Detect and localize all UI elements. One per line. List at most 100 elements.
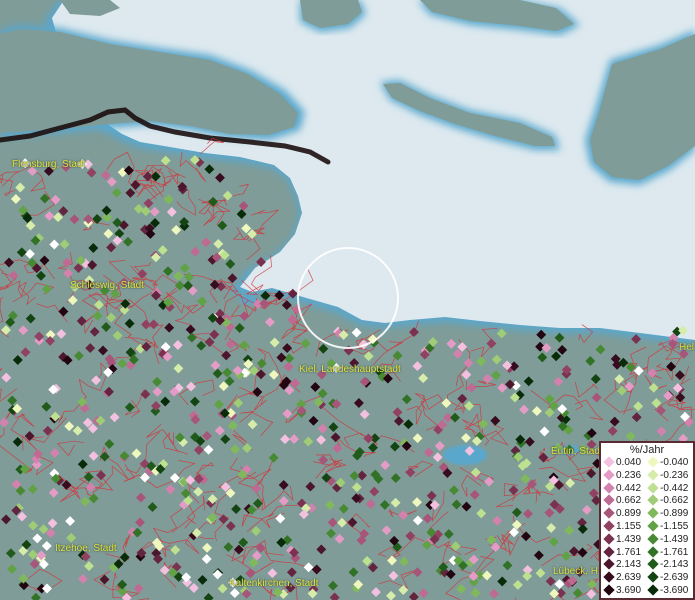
measurement-point [117,579,128,590]
measurement-point [119,450,130,461]
measurement-point [170,544,181,555]
measurement-point [538,452,549,463]
measurement-point [549,588,560,599]
measurement-point [351,327,362,338]
legend-swatch [603,507,615,519]
legend-entry: -0.662 [647,494,688,507]
measurement-point [225,259,236,269]
measurement-point [210,360,221,371]
measurement-point [152,376,163,387]
measurement-point [281,300,292,311]
measurement-point [12,355,23,365]
measurement-point [674,370,685,381]
measurement-point [242,443,253,454]
measurement-point [218,514,229,525]
measurement-point [238,200,249,211]
measurement-point [434,441,445,451]
measurement-point [577,547,588,558]
legend-entry: 2.143 [603,558,641,571]
measurement-point [351,482,362,493]
measurement-point [234,323,245,333]
measurement-point [217,583,228,594]
measurement-point [358,339,369,350]
measurement-point [106,312,117,323]
measurement-point [152,386,163,397]
measurement-point [88,493,99,504]
measurement-point [300,338,311,349]
measurement-point [450,412,460,423]
measurement-point [353,398,364,408]
measurement-point [308,415,319,426]
measurement-point [449,485,459,496]
measurement-point [214,399,224,410]
measurement-point [590,374,601,384]
legend-swatch [647,456,659,468]
measurement-point [359,409,370,420]
measurement-point [412,361,423,372]
measurement-point [260,290,271,301]
measurement-point [491,354,502,365]
measurement-point [418,588,429,599]
measurement-point [282,408,293,419]
measurement-point [80,496,91,507]
measurement-point [169,472,180,483]
measurement-point [92,214,103,224]
legend-entry: -1.761 [647,545,688,559]
measurement-point [531,406,542,417]
measurement-point [536,329,547,340]
measurement-point [387,555,397,566]
legend-entry: -0.442 [647,481,688,495]
measurement-point [101,205,112,216]
measurement-point [78,573,88,584]
measurement-point [595,344,606,355]
measurement-point [478,419,489,429]
measurement-point [268,369,279,380]
measurement-point [245,568,256,579]
legend-entry: -2.639 [647,571,688,584]
measurement-point [179,263,190,274]
measurement-point [365,499,376,509]
measurement-point [343,345,354,356]
measurement-point [96,470,106,481]
measurement-point [84,561,94,572]
measurement-point [56,328,67,339]
legend-swatch [647,494,659,507]
measurement-point [464,445,475,456]
measurement-point [83,472,94,482]
measurement-point [160,155,171,166]
measurement-point [310,382,321,392]
measurement-point [45,335,56,346]
measurement-point [520,473,531,484]
measurement-point [5,548,16,559]
measurement-point [171,225,182,235]
measurement-point [58,306,69,317]
legend-entry: 0.442 [603,481,641,495]
measurement-point [380,460,391,471]
map-view[interactable]: Flensburg, Stadt Schleswig, Stadt Kiel, La… [0,0,695,600]
measurement-point [20,347,31,358]
measurement-point [432,452,443,463]
measurement-point [18,325,29,336]
legend-value: 1.155 [616,521,642,532]
measurement-point [85,343,96,354]
measurement-point [492,515,503,526]
measurement-point [259,298,270,309]
measurement-point [186,332,197,343]
measurement-point [426,490,437,501]
measurement-point [389,441,400,452]
measurement-point [463,358,474,369]
measurement-point [0,417,10,428]
measurement-point [347,517,358,528]
measurement-point [227,273,238,284]
measurement-point [117,358,128,369]
measurement-point [225,339,236,350]
measurement-point [557,344,568,355]
legend-swatch [647,545,659,558]
measurement-point [215,172,225,183]
measurement-point [292,304,303,315]
measurement-point [239,311,250,322]
measurement-point [65,516,76,527]
measurement-point [398,585,409,595]
measurement-point [157,245,168,256]
measurement-point [197,296,208,307]
